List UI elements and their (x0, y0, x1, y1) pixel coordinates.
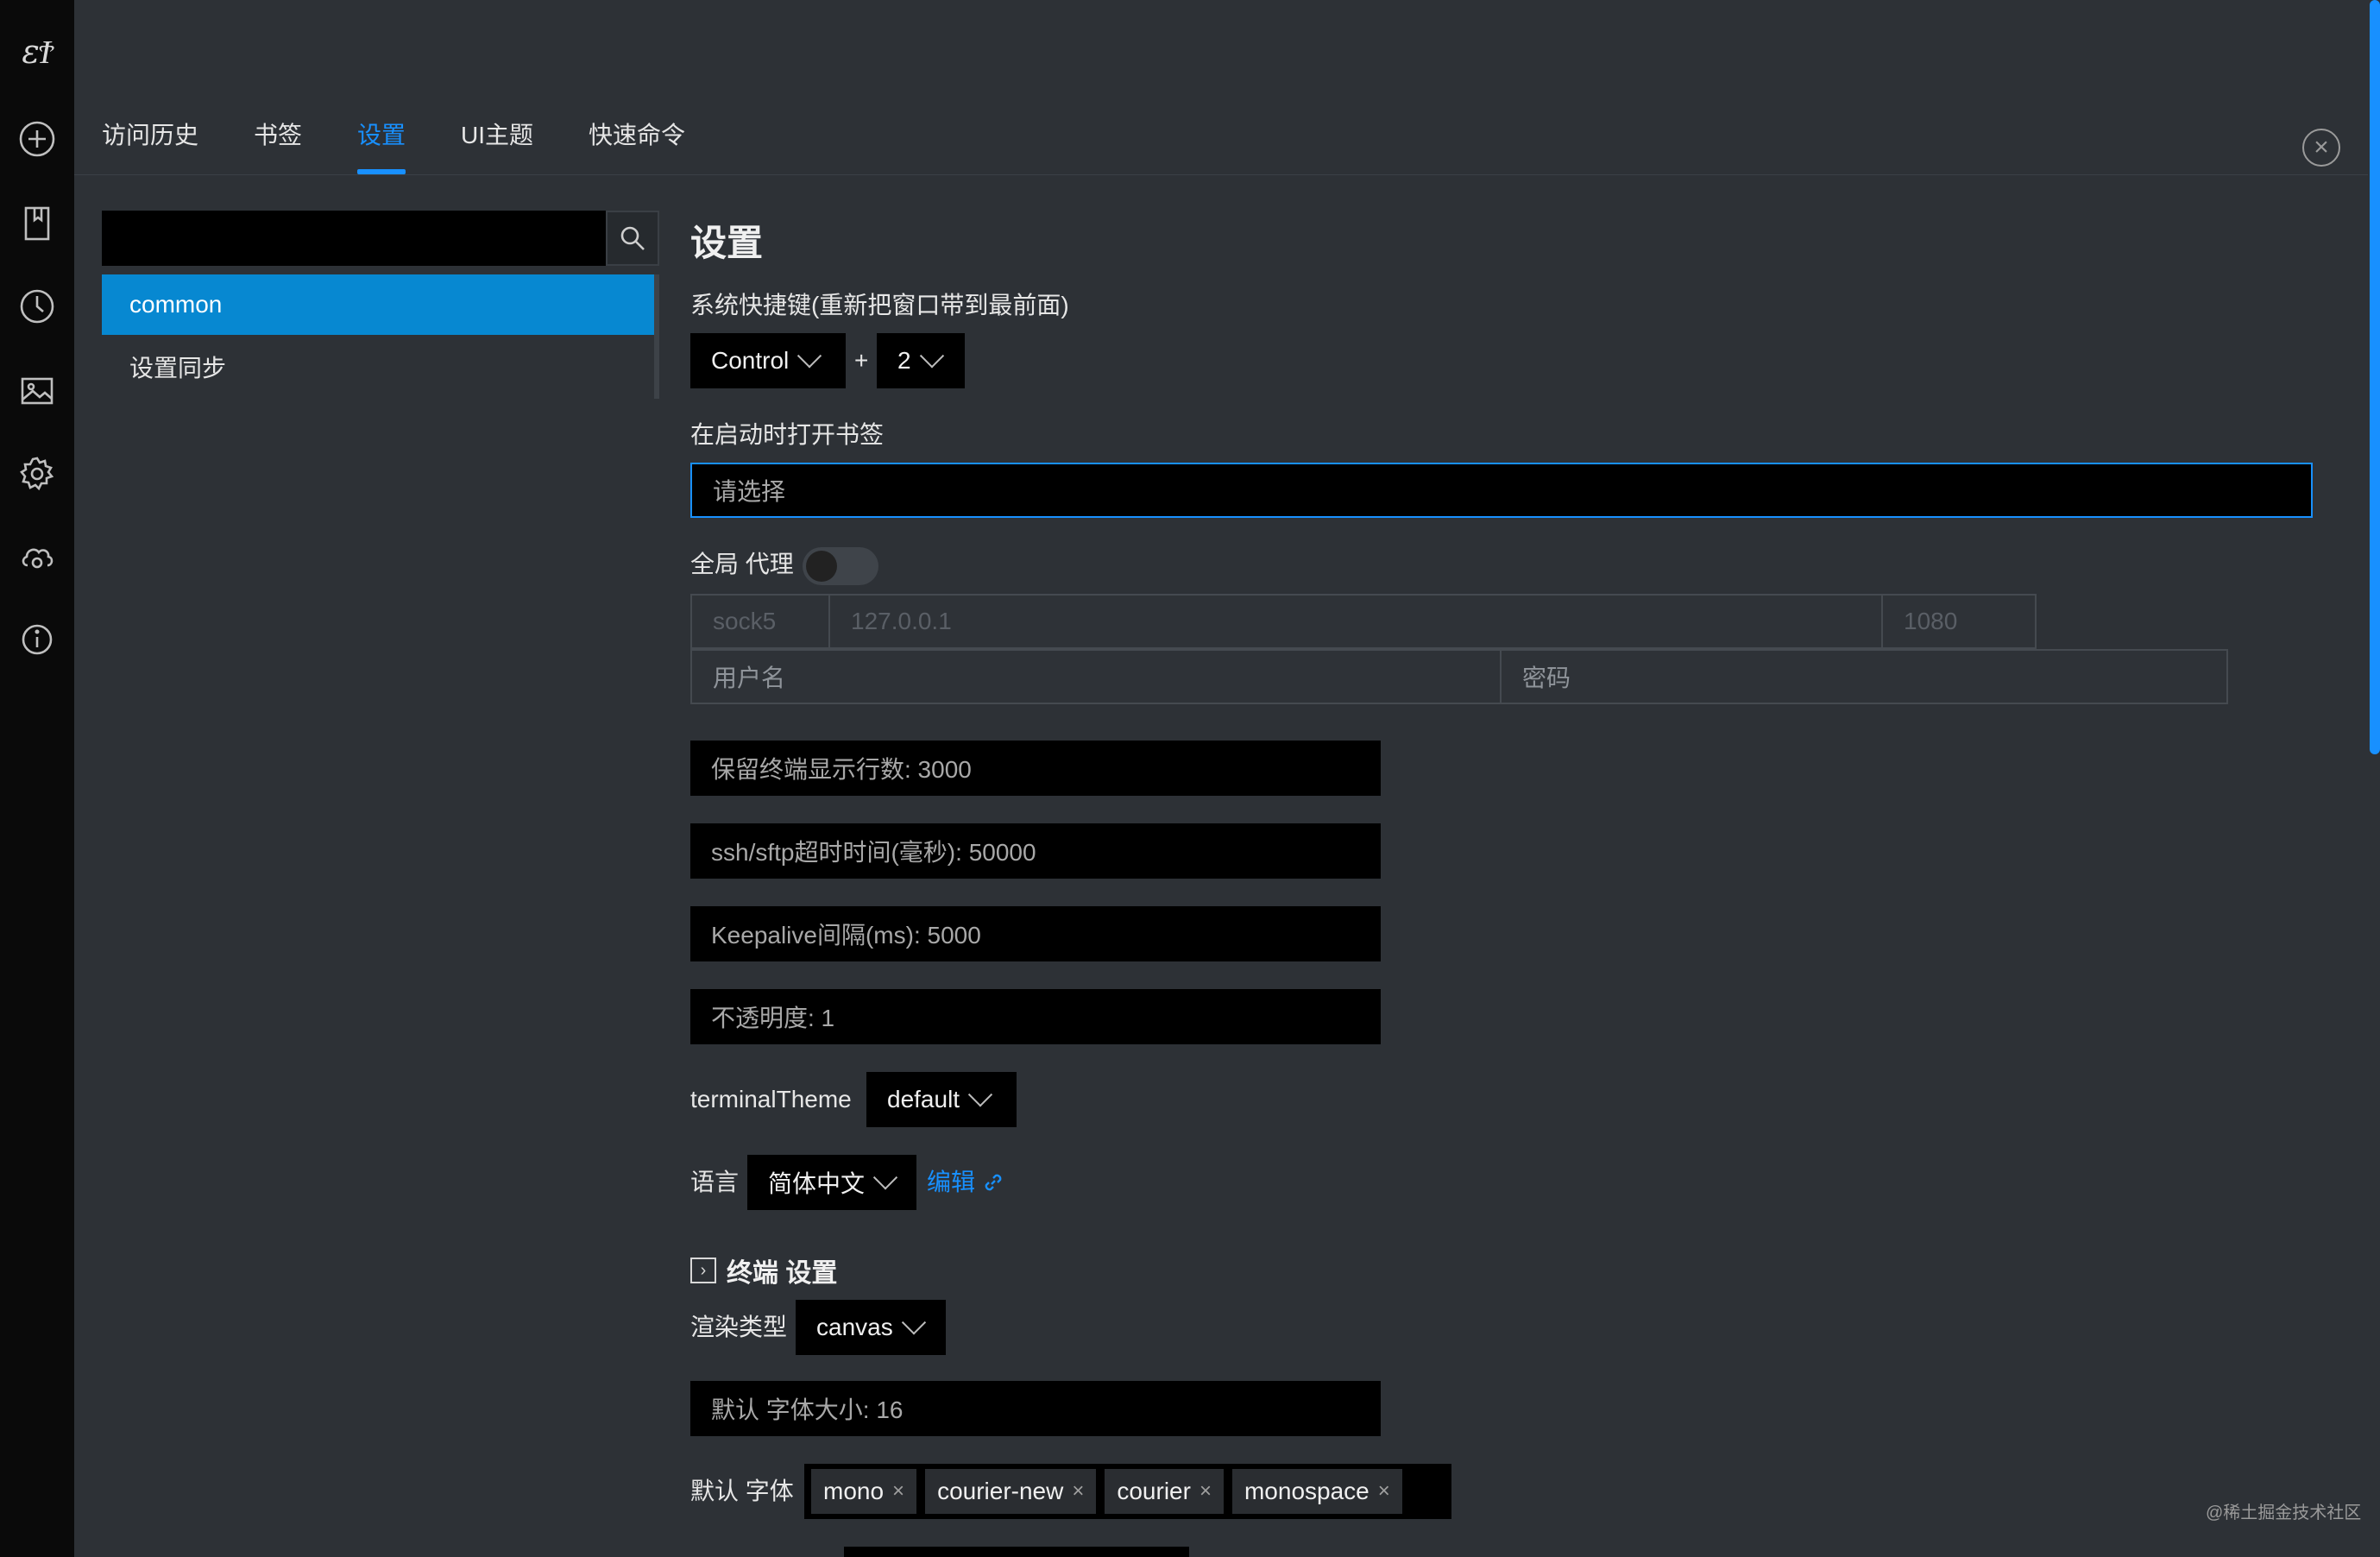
startup-bookmarks-select[interactable]: 请选择 (690, 463, 2313, 518)
chevron-down-icon (919, 344, 944, 369)
font-tag-label: courier (1117, 1478, 1191, 1504)
tab-history[interactable]: 访问历史 (102, 114, 198, 157)
keepalive-value: Keepalive间隔(ms): 5000 (711, 922, 981, 949)
terminal-section-title: 终端 设置 (727, 1259, 838, 1288)
info-icon[interactable] (16, 618, 59, 661)
startup-bookmarks-label: 在启动时打开书签 (690, 421, 885, 448)
gear-icon[interactable] (16, 452, 59, 495)
watermark: @稀土掘金技术社区 (2206, 1503, 2362, 1522)
hotkey-modifier-value: Control (711, 347, 790, 374)
hotkey-label: 系统快捷键(重新把窗口带到最前面) (690, 292, 1069, 318)
proxy-host-input[interactable]: 127.0.0.1 (828, 594, 1883, 649)
chevron-down-icon (872, 1165, 898, 1190)
proxy-type-select[interactable]: sock5 (690, 594, 830, 649)
font-family-label: 默认 字体 (690, 1478, 794, 1504)
cloud-sync-icon[interactable] (16, 535, 59, 578)
tab-quick-commands[interactable]: 快速命令 (589, 114, 685, 157)
hotkey-modifier-select[interactable]: Control (690, 333, 846, 388)
renderer-value: canvas (816, 1314, 893, 1340)
hotkey-key-select[interactable]: 2 (877, 333, 965, 388)
terminal-icon: › (690, 1258, 716, 1283)
bookmark-icon[interactable] (16, 202, 59, 245)
font-family-select[interactable]: mono × courier-new × courier × monospace × (804, 1464, 1451, 1519)
remove-tag-icon[interactable]: × (1199, 1479, 1212, 1503)
language-label: 语言 (690, 1169, 740, 1195)
terminal-section-header: › 终端 设置 (690, 1251, 837, 1289)
font-tag-label: mono (823, 1478, 885, 1504)
toggle-knob (806, 551, 837, 582)
startup-bookmarks-placeholder: 请选择 (713, 478, 786, 505)
remove-tag-icon[interactable]: × (1072, 1479, 1084, 1503)
terminal-theme-label: terminalTheme (690, 1086, 852, 1113)
language-value: 简体中文 (768, 1170, 866, 1197)
terminal-theme-select[interactable]: default (866, 1072, 1017, 1127)
font-tag-label: courier-new (937, 1478, 1064, 1504)
font-size-value: 默认 字体大小: 16 (711, 1396, 904, 1423)
font-tag: courier × (1105, 1469, 1224, 1514)
keepalive-input[interactable]: Keepalive间隔(ms): 5000 (690, 906, 1381, 961)
hotkey-plus: + (854, 347, 869, 374)
page-title: 设置 (690, 223, 764, 263)
tab-ui-theme[interactable]: UI主题 (461, 114, 533, 157)
scrollback-value: 保留终端显示行数: 3000 (711, 756, 972, 783)
proxy-port-value: 1080 (1904, 608, 1958, 634)
hotkey-key-value: 2 (897, 347, 911, 374)
chevron-down-icon (967, 1082, 993, 1107)
tab-bookmarks[interactable]: 书签 (254, 114, 302, 157)
tab-settings[interactable]: 设置 (357, 114, 406, 157)
search-button[interactable] (606, 211, 659, 266)
proxy-password-input[interactable]: 密码 (1500, 649, 2228, 704)
remove-tag-icon[interactable]: × (892, 1479, 904, 1503)
proxy-label: 全局 代理 (690, 551, 794, 577)
history-clock-icon[interactable] (16, 285, 59, 328)
language-select[interactable]: 简体中文 (747, 1155, 916, 1210)
close-icon[interactable]: × (2302, 129, 2340, 167)
proxy-username-input[interactable]: 用户名 (690, 649, 1502, 704)
settings-search-input[interactable] (102, 211, 606, 266)
next-field-partial[interactable] (844, 1547, 1189, 1557)
proxy-toggle[interactable] (803, 547, 878, 585)
timeout-value: ssh/sftp超时时间(毫秒): 50000 (711, 839, 1036, 866)
edit-language-link[interactable]: 编辑 (927, 1165, 1004, 1200)
font-tag: monospace × (1231, 1469, 1402, 1514)
renderer-label: 渲染类型 (690, 1314, 788, 1340)
page-scrollbar-thumb[interactable] (2370, 0, 2380, 754)
terminal-theme-value: default (887, 1086, 960, 1113)
edit-language-text: 编辑 (927, 1169, 976, 1195)
proxy-username-placeholder: 用户名 (713, 665, 786, 691)
opacity-input[interactable]: 不透明度: 1 (690, 989, 1381, 1044)
font-tag: mono × (811, 1469, 917, 1514)
opacity-value: 不透明度: 1 (711, 1005, 835, 1031)
font-tag-label: monospace (1244, 1478, 1369, 1504)
font-size-input[interactable]: 默认 字体大小: 16 (690, 1381, 1381, 1436)
list-scrollbar[interactable] (654, 274, 659, 399)
image-icon[interactable] (16, 369, 59, 413)
renderer-select[interactable]: canvas (796, 1300, 946, 1355)
remove-tag-icon[interactable]: × (1378, 1479, 1390, 1503)
proxy-port-input[interactable]: 1080 (1881, 594, 2037, 649)
chevron-down-icon (797, 344, 822, 369)
search-icon (620, 226, 645, 250)
proxy-type-value: sock5 (713, 608, 777, 634)
add-icon[interactable] (16, 117, 59, 161)
timeout-input[interactable]: ssh/sftp超时时间(毫秒): 50000 (690, 823, 1381, 879)
tab-divider (74, 174, 2368, 175)
sidebar-item-sync[interactable]: 设置同步 (102, 338, 656, 399)
chevron-down-icon (901, 1310, 926, 1335)
app-logo: ɛϮ (22, 33, 53, 71)
font-tag: courier-new × (925, 1469, 1097, 1514)
proxy-password-placeholder: 密码 (1522, 665, 1571, 691)
scrollback-input[interactable]: 保留终端显示行数: 3000 (690, 741, 1381, 796)
sidebar-item-common[interactable]: common (102, 274, 656, 335)
icon-rail: ɛϮ (0, 0, 74, 1557)
proxy-host-value: 127.0.0.1 (851, 608, 952, 634)
link-icon (985, 1174, 1002, 1191)
